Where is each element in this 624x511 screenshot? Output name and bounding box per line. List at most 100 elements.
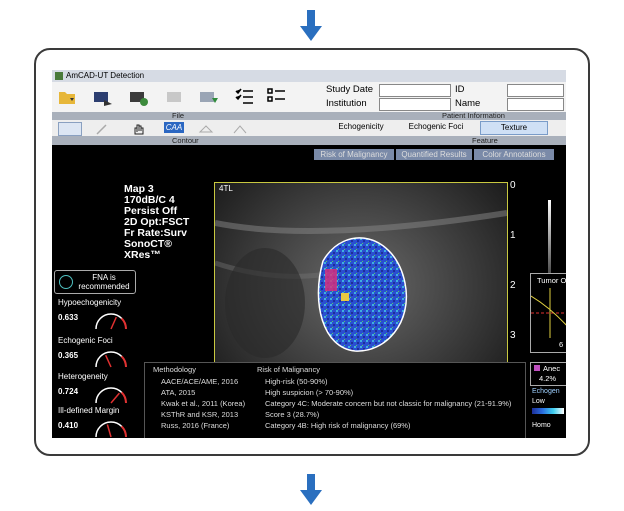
down-arrow-bottom-icon [300,474,322,506]
echogenic-foci-button[interactable]: Echogenic Foci [402,121,470,133]
depth-mark: 3 [510,330,516,341]
name-label: Name [455,98,481,109]
gauge-needle [110,316,117,330]
gauge-name: Ill-defined Margin [58,406,120,415]
gauge-dial [95,421,127,438]
scanner-line: XRes™ [124,249,161,261]
tab-risk-of-malignancy[interactable]: Risk of Malignancy [314,149,394,160]
risk-method: ATA, 2015 [161,388,196,397]
echogenicity-button[interactable]: Echogenicity [332,121,390,133]
auto-contour-icon[interactable] [58,122,82,136]
image-corner-label: 4TL [219,184,233,193]
gauge-arc [95,351,127,368]
gauge-needle [104,354,112,368]
window-title: AmCAD-UT Detection [66,71,145,80]
risk-row: Kwak et al., 2011 (Korea) Category 4C: M… [145,399,525,409]
echogenicity-legend: Echogen Low Homo [530,386,566,438]
study-date-label: Study Date [326,84,373,95]
orientation-diagram [531,288,566,338]
methodology-header: Methodology [153,365,196,374]
risk-value: High suspicion (> 70-90%) [265,388,354,397]
eraser-icon[interactable] [198,122,216,134]
depth-mark: 2 [510,280,516,291]
hand-icon[interactable] [132,122,146,135]
anechoic-color-swatch [534,365,540,371]
pen-icon[interactable] [96,122,108,135]
risk-of-malignancy-panel: Methodology Risk of Malignancy AACE/ACE/… [144,362,526,438]
gauge-dial [95,313,127,330]
id-label: ID [455,84,465,95]
gauge-danger-zone [120,425,127,438]
gauge-dial [95,351,127,368]
risk-value: Category 4B: High risk of malignancy (69… [265,421,411,430]
feature-section-label: Feature [472,136,498,145]
tumor-label: Tumor O [537,276,566,285]
gauge-needle [110,392,120,404]
export-icon[interactable] [128,86,150,108]
gauge-name: Echogenic Foci [58,336,113,345]
risk-value: Category 4C: Moderate concern but not cl… [265,399,512,408]
gauge-arc [95,313,127,330]
reshape-icon[interactable] [232,122,250,134]
name-field[interactable] [507,98,564,111]
risk-row: AACE/ACE/AME, 2016 High-risk (50-90%) [145,377,525,387]
contour-section-label: Contour [172,136,199,145]
risk-method: AACE/ACE/AME, 2016 [161,377,239,386]
grayscale-bar [548,200,551,284]
tumor-value: 6 [559,340,564,349]
depth-mark: 0 [510,180,516,191]
tab-color-annotations[interactable]: Color Annotations [474,149,554,160]
fna-icon [59,275,73,289]
patient-info-section-label: Patient Information [442,111,505,120]
gauge-needle [106,424,112,438]
institution-label: Institution [326,98,367,109]
list-icon[interactable] [266,86,288,108]
institution-field[interactable] [379,98,451,111]
risk-method: KSThR and KSR, 2013 [161,410,239,419]
gauge-danger-zone [120,317,127,330]
risk-row: KSThR and KSR, 2013 Score 3 (28.7%) [145,410,525,420]
gauge-heterogeneity: Heterogeneity 0.724 [58,372,130,404]
study-date-field[interactable] [379,84,451,97]
gauge-name: Hypoechogenicity [58,298,122,307]
fna-label: FNA is recommended [78,273,130,291]
gauge-echogenic-foci: Echogenic Foci 0.365 [58,336,130,368]
tumor-orientation-panel: Tumor O 6 [530,273,566,353]
risk-header: Risk of Malignancy [257,365,320,374]
app-logo-icon [55,72,63,80]
texture-button[interactable]: Texture [480,121,548,135]
print-icon[interactable] [164,86,186,108]
section-bar-top: File Patient Information [52,112,566,120]
file-section-label: File [172,111,185,120]
legend-homo-label: Homo [532,422,551,429]
tab-quantified-results[interactable]: Quantified Results [396,149,472,160]
title-bar: AmCAD-UT Detection [52,70,566,82]
gauge-danger-zone [120,391,127,404]
risk-value: Score 3 (28.7%) [265,410,320,419]
risk-row: ATA, 2015 High suspicion (> 70-90%) [145,388,525,398]
caa-button[interactable]: CAA [164,122,184,133]
scanner-parameters: Map 3 170dB/C 4 Persist Off 2D Opt:FSCT … [124,184,189,261]
save-icon[interactable] [198,86,220,108]
application-window: AmCAD-UT Detection Study Date ID Institu… [52,70,566,438]
risk-value: High-risk (50-90%) [265,377,328,386]
study-info-panel: Study Date ID Institution Name [324,82,566,112]
risk-method: Russ, 2016 (France) [161,421,230,430]
checklist-icon[interactable] [234,86,256,108]
id-field[interactable] [507,84,564,97]
anechoic-panel: Anec 4.2% [530,362,566,386]
gauge-danger-zone [120,355,127,368]
anechoic-label: Anec [543,364,561,373]
gauge-arc [95,387,127,404]
echogenicity-legend-title: Echogen [532,388,560,395]
gauge-hypoechogenicity: Hypoechogenicity 0.633 [58,298,130,330]
down-arrow-top-icon [300,10,322,42]
legend-low-label: Low [532,398,545,405]
nodule-contour [317,237,408,352]
risk-row: Russ, 2016 (France) Category 4B: High ri… [145,421,525,431]
anechoic-value: 4.2% [539,374,557,383]
gauge-name: Heterogeneity [58,372,108,381]
open-folder-icon[interactable] [56,86,78,108]
depth-mark: 1 [510,230,516,241]
load-to-device-icon[interactable] [92,86,114,108]
